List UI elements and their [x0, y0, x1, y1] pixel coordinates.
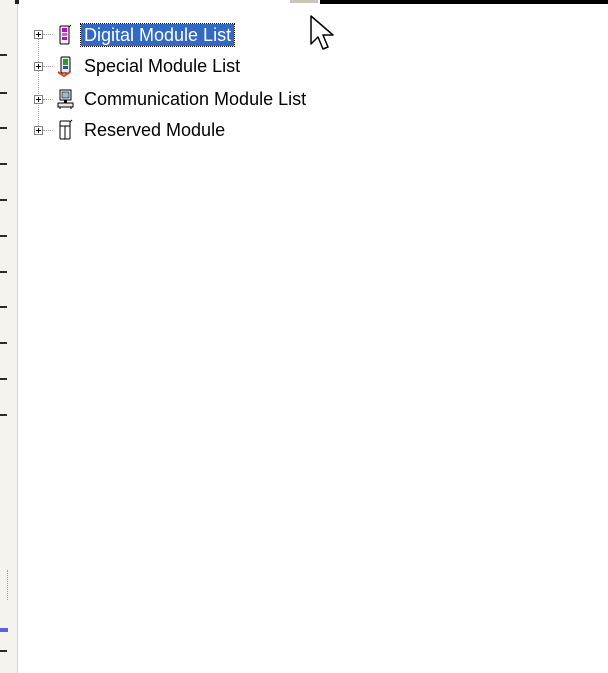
expand-plus-icon[interactable]: [34, 125, 43, 135]
expand-plus-icon[interactable]: [34, 94, 43, 104]
special-module-icon: [55, 55, 75, 78]
communication-module-icon: [55, 88, 75, 110]
ruler-tick: [0, 271, 7, 273]
tree-connector: [43, 129, 53, 131]
tree-item-communication-module-list[interactable]: Communication Module List: [30, 83, 309, 115]
mouse-pointer-icon: [310, 15, 334, 50]
splitter-handle[interactable]: [290, 0, 318, 3]
ruler-tick: [0, 92, 7, 94]
left-panel-edge: [0, 0, 19, 673]
tree-connector: [43, 98, 53, 100]
tree-connector: [43, 34, 53, 35]
ruler-tick: [0, 199, 7, 201]
top-border: [320, 0, 608, 4]
tree-item-label[interactable]: Reserved Module: [81, 119, 228, 141]
module-tree: Digital Module List Special Module List: [30, 20, 309, 145]
reserved-module-icon: [55, 119, 75, 141]
expand-plus-icon[interactable]: [34, 30, 43, 39]
ruler-tick: [0, 54, 7, 56]
ruler-tick: [0, 378, 7, 380]
tree-item-reserved-module[interactable]: Reserved Module: [30, 115, 309, 145]
tree-item-label[interactable]: Digital Module List: [79, 22, 236, 47]
tree-item-special-module-list[interactable]: Special Module List: [30, 49, 309, 83]
ruler-tick: [0, 163, 7, 165]
panel-corner-mark: [15, 0, 19, 4]
expand-plus-icon[interactable]: [34, 61, 43, 71]
ruler-tick: [0, 650, 7, 652]
ruler-dotted-line: [7, 570, 9, 600]
tree-item-label[interactable]: Special Module List: [81, 55, 243, 77]
tree-connector: [43, 65, 53, 67]
tree-item-label[interactable]: Communication Module List: [81, 88, 309, 110]
ruler-tick: [0, 342, 7, 344]
ruler-tick: [0, 306, 7, 308]
ruler-marker: [0, 628, 8, 632]
digital-module-icon: [55, 24, 75, 46]
tree-item-digital-module-list[interactable]: Digital Module List: [30, 20, 309, 49]
ruler-tick: [0, 414, 7, 416]
ruler-tick: [0, 127, 7, 129]
ruler-tick: [0, 235, 7, 237]
